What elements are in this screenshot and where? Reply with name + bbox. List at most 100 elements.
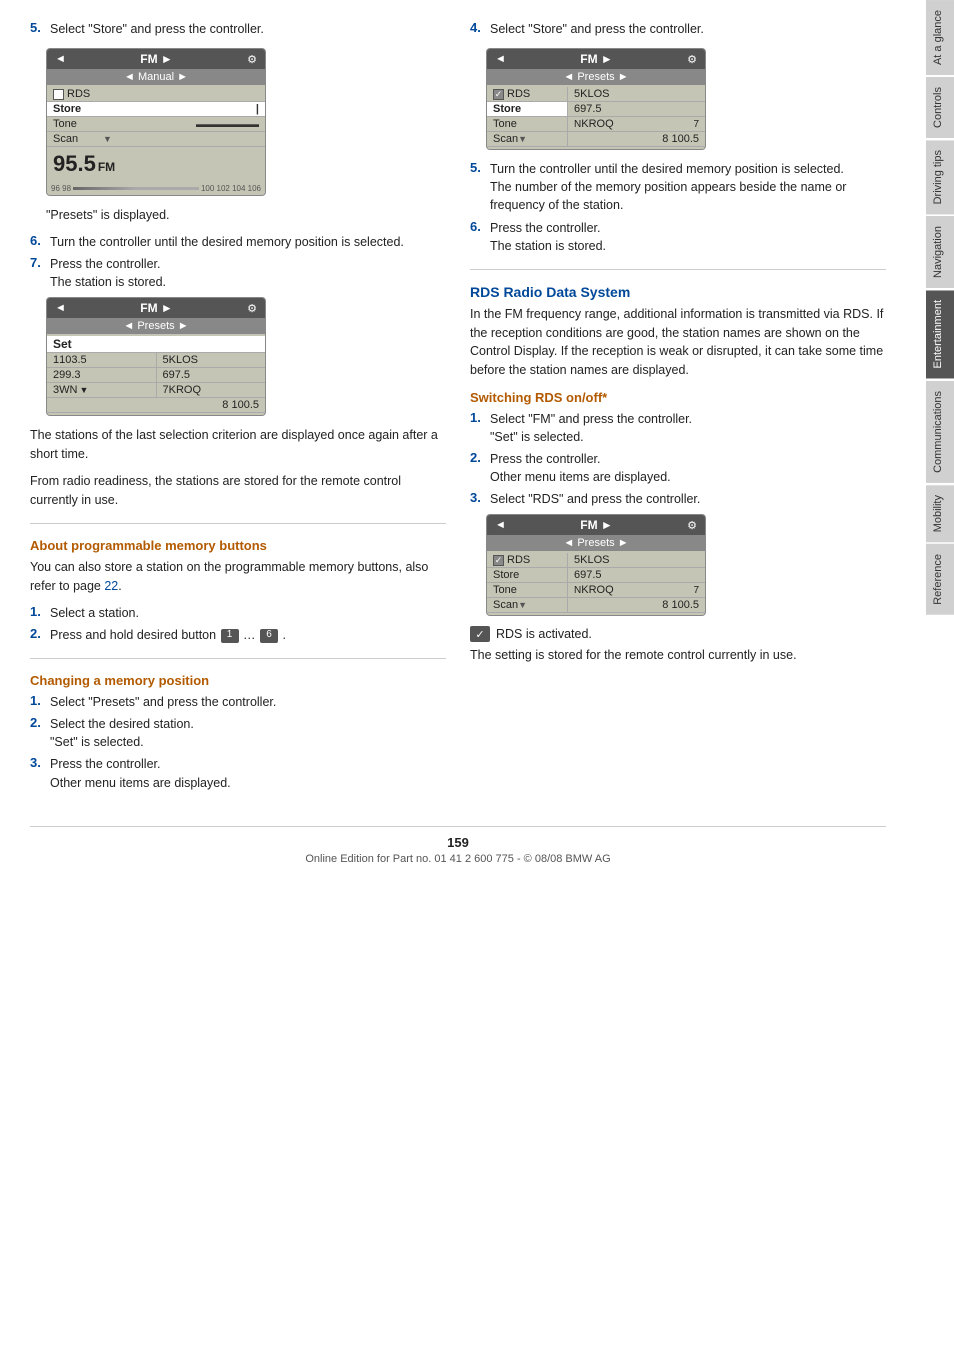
para-last-selection: The stations of the last selection crite… xyxy=(30,426,446,464)
preset-col-left-2: 1 103.5 2 99.3 3 WN ▼ xyxy=(47,353,156,398)
step-5-right: 5. Turn the controller until the desired… xyxy=(470,160,886,214)
display4-preset-7: N KROQ 7 xyxy=(568,583,705,598)
left-column: 5. Select "Store" and press the controll… xyxy=(30,20,446,796)
change-step-2-text: Select the desired station. "Set" is sel… xyxy=(50,715,194,751)
display4-grid: ✓ RDS Store Tone Scan ▼ xyxy=(487,553,705,613)
radio-menu-store-4: Store xyxy=(487,568,567,583)
preset-station-2: 99.3 xyxy=(59,369,80,381)
scan-label-3: Scan xyxy=(493,133,518,145)
button-1-icon: 1 xyxy=(221,629,239,643)
tone-label-4: Tone xyxy=(493,584,517,596)
freq-bar-1: 96 98 100 102 104 106 xyxy=(47,181,265,195)
radio-fm-label-3: FM ► xyxy=(580,52,613,66)
radio-menu-rds-1: RDS xyxy=(47,87,265,102)
switch-step-2: 2. Press the controller. Other menu item… xyxy=(470,450,886,486)
page-footer: 159 Online Edition for Part no. 01 41 2 … xyxy=(30,826,886,865)
rds-checkbox-1 xyxy=(53,89,64,100)
prog-step-1: 1. Select a station. xyxy=(30,604,446,622)
preset-station-7: KROQ xyxy=(169,384,201,396)
tone-label-1: Tone xyxy=(53,118,103,130)
preset-station-6: 97.5 xyxy=(169,369,190,381)
sidebar-item-controls[interactable]: Controls xyxy=(926,77,954,138)
step-5-text-r: Turn the controller until the desired me… xyxy=(490,160,886,214)
freq-line-1 xyxy=(73,187,199,190)
step-6-right: 6. Press the controller. The station is … xyxy=(470,219,886,255)
divider-1 xyxy=(30,523,446,524)
change-step-num-3: 3. xyxy=(30,755,46,770)
switch-step-1-text: Select "FM" and press the controller. "S… xyxy=(490,410,692,446)
switch-step-1: 1. Select "FM" and press the controller.… xyxy=(470,410,886,446)
radio-set-row: Set xyxy=(47,336,265,353)
step-num-5-r: 5. xyxy=(470,160,486,175)
sidebar-item-entertainment[interactable]: Entertainment xyxy=(926,290,954,378)
scan-arrow-1: ▼ xyxy=(103,134,112,144)
rds-label-4: RDS xyxy=(507,554,530,566)
step-7-text: Press the controller. The station is sto… xyxy=(50,255,166,291)
radio-menu-tone-3: Tone xyxy=(487,117,567,132)
footer-text: Online Edition for Part no. 01 41 2 600 … xyxy=(305,853,610,865)
para-setting: The setting is stored for the remote con… xyxy=(470,646,886,665)
display4-presets: 5 KLOS 6 97.5 N KROQ 7 xyxy=(567,553,705,613)
freq-unit-1: FM xyxy=(98,160,115,174)
rds-label-3: RDS xyxy=(507,88,530,100)
step-num-6: 6. xyxy=(30,233,46,248)
sidebar-item-mobility[interactable]: Mobility xyxy=(926,485,954,542)
preset-1: 1 103.5 xyxy=(47,353,156,368)
button-6-icon: 6 xyxy=(260,629,278,643)
step-7-left: 7. Press the controller. The station is … xyxy=(30,255,446,291)
heading-programmable: About programmable memory buttons xyxy=(30,538,446,553)
heading-rds: RDS Radio Data System xyxy=(470,284,886,300)
heading-changing: Changing a memory position xyxy=(30,673,446,688)
radio-fm-label-2: FM ► xyxy=(140,301,173,315)
step-6-text-r: Press the controller. The station is sto… xyxy=(490,219,606,255)
radio-settings-icon-2: ⚙ xyxy=(247,302,257,315)
change-step-3-text: Press the controller. Other menu items a… xyxy=(50,755,231,791)
rds-activated-text: RDS is activated. xyxy=(496,627,592,641)
radio-settings-icon-1: ⚙ xyxy=(247,53,257,66)
radio-menu-list-1: RDS Store | Tone ▬▬▬▬▬▬▬ Scan ▼ xyxy=(47,85,265,149)
change-step-num-1: 1. xyxy=(30,693,46,708)
d4-station-5: KLOS xyxy=(580,554,609,566)
heading-switching: Switching RDS on/off* xyxy=(470,390,886,405)
step-5-text: Select "Store" and press the controller. xyxy=(50,20,264,38)
change-step-num-2: 2. xyxy=(30,715,46,730)
preset-5: 5 KLOS xyxy=(157,353,266,368)
prog-step-2-text: Press and hold desired button 1 … 6 . xyxy=(50,626,286,644)
radio-display-2: ◄ FM ► ⚙ ◄ Presets ► Set 1 103.5 xyxy=(46,297,266,416)
radio-back-arrow-4: ◄ xyxy=(495,519,506,531)
d4-station-6: 97.5 xyxy=(580,569,601,581)
radio-submenu-2: ◄ Presets ► xyxy=(47,318,265,334)
right-column: 4. Select "Store" and press the controll… xyxy=(470,20,886,796)
tone-label-3: Tone xyxy=(493,118,517,130)
radio-menu-scan-3: Scan ▼ xyxy=(487,132,567,147)
freq-bar-start: 96 98 xyxy=(51,184,71,193)
scan-arrow-4: ▼ xyxy=(518,600,527,610)
switch-step-num-2: 2. xyxy=(470,450,486,465)
preset-grid-2: 1 103.5 2 99.3 3 WN ▼ xyxy=(47,353,265,398)
d3-station-5: KLOS xyxy=(580,88,609,100)
page-22-link[interactable]: 22 xyxy=(104,579,118,593)
presets-displayed-text: "Presets" is displayed. xyxy=(46,206,446,225)
radio-top-bar-4: ◄ FM ► ⚙ xyxy=(487,515,705,535)
rds-check-icon: ✓ xyxy=(470,626,490,642)
display4-preset-8: 8 100.5 xyxy=(568,598,705,613)
sidebar-item-at-a-glance[interactable]: At a glance xyxy=(926,0,954,75)
radio-freq-1: 95.5 FM xyxy=(47,149,265,181)
radio-menu-store-3: Store xyxy=(487,102,567,117)
d3-nfc: N xyxy=(574,119,581,130)
step-5-left: 5. Select "Store" and press the controll… xyxy=(30,20,446,38)
radio-settings-icon-4: ⚙ xyxy=(687,519,697,532)
sidebar-item-driving-tips[interactable]: Driving tips xyxy=(926,140,954,214)
sidebar-item-communications[interactable]: Communications xyxy=(926,381,954,483)
rds-label-1: RDS xyxy=(67,88,90,100)
scan-label-1: Scan xyxy=(53,133,103,145)
radio-menu-tone-4: Tone xyxy=(487,583,567,598)
sidebar-item-navigation[interactable]: Navigation xyxy=(926,216,954,288)
radio-menu-store-1: Store | xyxy=(47,102,265,117)
store-label-4: Store xyxy=(493,569,519,581)
sidebar-item-reference[interactable]: Reference xyxy=(926,544,954,615)
step-num-6-r: 6. xyxy=(470,219,486,234)
preset-station-5: KLOS xyxy=(169,354,198,366)
switch-step-3-text: Select "RDS" and press the controller. xyxy=(490,490,700,508)
radio-submenu-4: ◄ Presets ► xyxy=(487,535,705,551)
